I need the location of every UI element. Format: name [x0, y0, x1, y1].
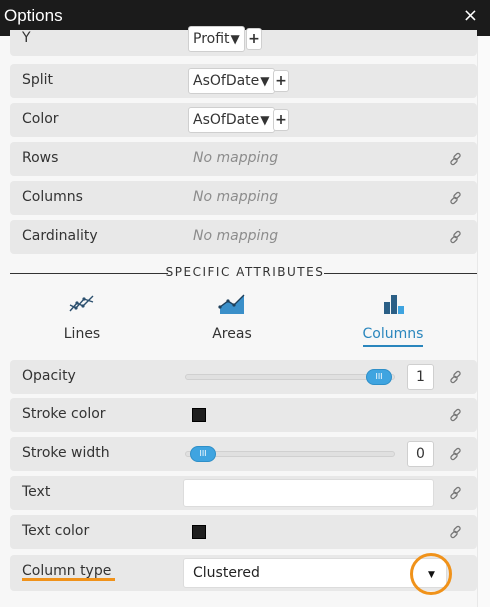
section-divider-right	[324, 273, 477, 274]
mapping-label: Split	[22, 72, 54, 88]
mapping-row-split: Split AsOfDate▼ +	[10, 64, 477, 98]
chart-type-lines[interactable]: Lines	[12, 292, 152, 342]
chart-type-label: Columns	[362, 326, 424, 347]
mapping-label: Rows	[22, 150, 59, 166]
chart-type-label: Lines	[63, 326, 101, 342]
column-type-select[interactable]: Clustered ▼	[183, 558, 447, 588]
opacity-value[interactable]: 1	[407, 364, 434, 390]
mapping-label: Columns	[22, 189, 83, 205]
mapping-row-rows: Rows No mapping	[10, 142, 477, 176]
link-icon[interactable]	[449, 370, 463, 384]
mapping-row-columns: Columns No mapping	[10, 181, 477, 215]
window-title: Options	[4, 6, 63, 25]
attr-label: Column type	[22, 563, 112, 579]
attr-row-stroke-color: Stroke color	[10, 398, 477, 432]
mapping-row-cardinality: Cardinality No mapping	[10, 220, 477, 254]
grip-icon: III	[375, 372, 383, 381]
close-icon[interactable]: ×	[463, 7, 478, 25]
slider-thumb[interactable]: III	[366, 369, 392, 385]
field-chip-asofdate[interactable]: AsOfDate▼	[188, 68, 275, 94]
add-field-button[interactable]: +	[273, 109, 289, 131]
grip-icon: III	[199, 449, 207, 458]
stroke-color-swatch[interactable]	[192, 408, 206, 422]
attr-label: Stroke color	[22, 406, 106, 422]
slider-thumb[interactable]: III	[190, 446, 216, 462]
attr-label: Text	[22, 484, 51, 500]
dropdown-icon[interactable]: ▼	[260, 113, 269, 127]
mapping-label: Y	[22, 30, 31, 46]
add-field-button[interactable]: +	[273, 70, 289, 92]
link-icon[interactable]	[449, 152, 463, 166]
attr-label: Text color	[22, 523, 90, 539]
add-field-button[interactable]: +	[246, 28, 262, 50]
mapping-label: Cardinality	[22, 228, 98, 244]
chart-type-areas[interactable]: Areas	[162, 292, 302, 342]
mapping-row-color: Color AsOfDate▼ +	[10, 103, 477, 137]
attr-row-text-color: Text color	[10, 515, 477, 549]
mapping-placeholder[interactable]: No mapping	[193, 189, 278, 205]
attr-row-column-type: Column type Clustered ▼	[10, 555, 477, 591]
mapping-row-y: Y Profit▼ +	[10, 26, 477, 56]
field-chip-label: AsOfDate	[193, 73, 260, 89]
link-icon[interactable]	[449, 447, 463, 461]
link-icon[interactable]	[449, 525, 463, 539]
field-chip-label: Profit	[193, 31, 230, 47]
mapping-label: Color	[22, 111, 59, 127]
stroke-width-slider[interactable]: III	[185, 446, 395, 462]
attr-row-stroke-width: Stroke width III 0	[10, 437, 477, 471]
line-chart-icon	[69, 295, 94, 312]
field-chip-profit[interactable]: Profit▼	[188, 26, 245, 52]
field-chip-asofdate[interactable]: AsOfDate▼	[188, 107, 275, 133]
attr-row-text: Text	[10, 476, 477, 510]
scrollbar-track[interactable]	[477, 36, 490, 607]
highlight-underline	[22, 578, 115, 581]
mapping-placeholder[interactable]: No mapping	[193, 228, 278, 244]
highlight-ring	[410, 553, 452, 595]
attr-label: Stroke width	[22, 445, 110, 461]
mapping-placeholder[interactable]: No mapping	[193, 150, 278, 166]
link-icon[interactable]	[449, 408, 463, 422]
text-color-swatch[interactable]	[192, 525, 206, 539]
section-title: SPECIFIC ATTRIBUTES	[165, 265, 325, 279]
chart-type-label: Areas	[212, 326, 252, 342]
column-type-value: Clustered	[193, 565, 260, 581]
field-chip-label: AsOfDate	[193, 112, 260, 128]
attr-label: Opacity	[22, 368, 76, 384]
chart-type-columns[interactable]: Columns	[323, 292, 463, 347]
link-icon[interactable]	[449, 230, 463, 244]
link-icon[interactable]	[449, 191, 463, 205]
dropdown-icon[interactable]: ▼	[231, 32, 240, 46]
stroke-width-value[interactable]: 0	[407, 441, 434, 467]
attr-row-opacity: Opacity III 1	[10, 360, 477, 394]
dropdown-icon[interactable]: ▼	[260, 74, 269, 88]
column-chart-icon	[384, 295, 404, 314]
opacity-slider[interactable]: III	[185, 369, 395, 385]
text-input[interactable]	[183, 479, 434, 507]
link-icon[interactable]	[449, 486, 463, 500]
area-chart-icon	[218, 294, 245, 314]
